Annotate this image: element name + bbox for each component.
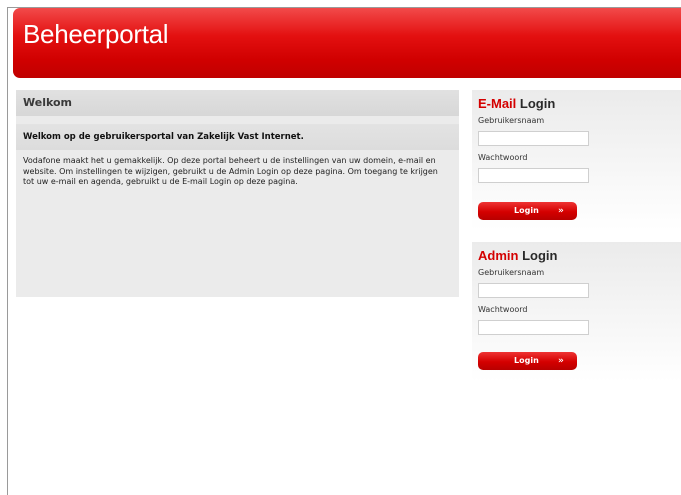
admin-login-panel: Admin Login Gebruikersnaam Wachtwoord Lo…: [472, 242, 681, 382]
email-login-button-label: Login: [514, 206, 539, 215]
page-title: Beheerportal: [23, 19, 169, 49]
double-chevron-right-icon: »: [558, 206, 564, 216]
email-login-button[interactable]: Login »: [478, 202, 577, 220]
welcome-heading: Welkom: [16, 90, 459, 116]
email-username-input[interactable]: [478, 131, 589, 146]
email-login-title-suffix: Login: [516, 96, 556, 111]
welcome-body-text: Vodafone maakt het u gemakkelijk. Op dez…: [23, 156, 438, 186]
email-password-input[interactable]: [478, 168, 589, 183]
header-bar: Beheerportal: [13, 8, 681, 78]
admin-password-input[interactable]: [478, 320, 589, 335]
admin-password-label: Wachtwoord: [478, 305, 528, 314]
admin-username-label: Gebruikersnaam: [478, 268, 545, 277]
admin-login-title: Admin Login: [472, 242, 681, 264]
welcome-panel: Welkom Welkom op de gebruikersportal van…: [16, 90, 459, 297]
email-username-label: Gebruikersnaam: [478, 116, 545, 125]
admin-login-button[interactable]: Login »: [478, 352, 577, 370]
email-password-label: Wachtwoord: [478, 153, 528, 162]
email-login-title-prefix: E-Mail: [478, 96, 517, 111]
email-login-title: E-Mail Login: [472, 90, 681, 112]
admin-login-title-prefix: Admin: [478, 248, 519, 263]
admin-login-title-suffix: Login: [518, 248, 558, 263]
email-login-panel: E-Mail Login Gebruikersnaam Wachtwoord L…: [472, 90, 681, 230]
admin-login-button-label: Login: [514, 356, 539, 365]
admin-username-input[interactable]: [478, 283, 589, 298]
double-chevron-right-icon: »: [558, 356, 564, 366]
welcome-subheading: Welkom op de gebruikersportal van Zakeli…: [16, 124, 459, 150]
